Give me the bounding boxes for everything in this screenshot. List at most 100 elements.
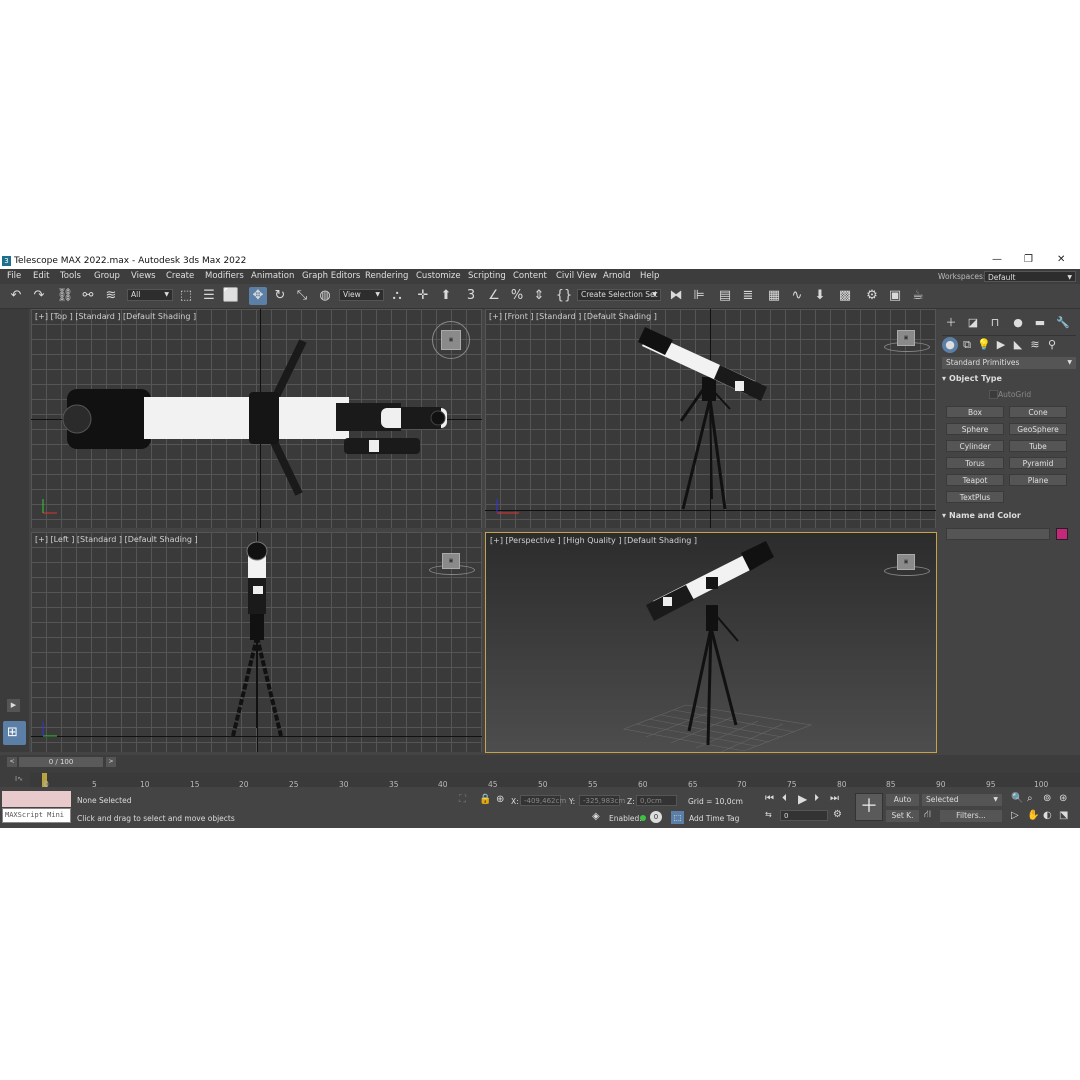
- category-select[interactable]: Standard Primitives ▼: [942, 357, 1076, 369]
- menu-animation[interactable]: Animation: [251, 271, 294, 281]
- select-and-scale-icon[interactable]: ⤡: [293, 287, 311, 305]
- go-to-start-icon[interactable]: ⏮: [765, 793, 774, 804]
- mirror-icon[interactable]: ⧓: [667, 287, 685, 305]
- auto-key-button[interactable]: Auto: [886, 794, 919, 806]
- lights-category-icon[interactable]: 💡: [976, 337, 992, 353]
- maximize-viewport-icon[interactable]: ⬔: [1059, 810, 1068, 821]
- helpers-category-icon[interactable]: ◣: [1010, 337, 1026, 353]
- enabled-toggle[interactable]: 0: [650, 811, 662, 823]
- box-button[interactable]: Box: [946, 406, 1004, 418]
- selection-filter-select[interactable]: All ▼: [127, 289, 173, 301]
- mini-curve-editor-icon[interactable]: Ⅰ∿: [15, 775, 23, 783]
- menu-scripting[interactable]: Scripting: [468, 271, 506, 281]
- time-configuration-icon[interactable]: ⚙: [833, 809, 842, 820]
- key-filters-icon[interactable]: ⛙: [924, 809, 931, 822]
- select-and-rotate-icon[interactable]: ↻: [271, 287, 289, 305]
- zoom-extents-icon[interactable]: ⊚: [1043, 793, 1051, 804]
- absolute-transform-icon[interactable]: ⊕: [496, 794, 504, 805]
- expand-layouts-button[interactable]: ▶: [7, 699, 20, 712]
- toggle-ribbon-icon[interactable]: ▦: [765, 287, 783, 305]
- maxscript-mini-label[interactable]: MAXScript Mini: [2, 808, 71, 823]
- viewport-left[interactable]: [+] [Left ] [Standard ] [Default Shading…: [31, 532, 482, 752]
- spinner-snap-icon[interactable]: ⇕: [530, 287, 548, 305]
- current-frame-field[interactable]: 0: [780, 810, 828, 821]
- set-key-big-button[interactable]: ＋: [855, 793, 883, 821]
- plane-button[interactable]: Plane: [1009, 474, 1067, 486]
- zoom-all-icon[interactable]: ⌕: [1027, 793, 1033, 804]
- hierarchy-tab-icon[interactable]: ⊓: [987, 315, 1003, 331]
- name-and-color-rollout[interactable]: ▾ Name and Color: [942, 511, 1076, 523]
- z-coordinate-field[interactable]: 0,0cm: [636, 795, 677, 806]
- object-name-input[interactable]: [946, 528, 1050, 540]
- track-bar[interactable]: 0 5 10 15 20 25 30 35 40 45 50 55 60 65 …: [30, 773, 1080, 789]
- menu-rendering[interactable]: Rendering: [365, 271, 408, 281]
- isolate-selection-icon[interactable]: ⛶: [459, 794, 466, 805]
- maximize-button[interactable]: ❐: [1024, 254, 1033, 265]
- motion-tab-icon[interactable]: ●: [1010, 315, 1026, 331]
- filters-button[interactable]: Filters...: [940, 810, 1002, 822]
- create-tab-plus-icon[interactable]: ＋: [943, 315, 959, 331]
- redo-icon[interactable]: ↷: [30, 287, 48, 305]
- time-slider[interactable]: 0 / 100: [19, 757, 103, 767]
- next-frame-icon[interactable]: ⏵: [814, 793, 819, 804]
- shapes-category-icon[interactable]: ⧉: [959, 337, 975, 353]
- select-and-place-icon[interactable]: ◍: [316, 287, 334, 305]
- viewcube-icon[interactable]: ▣: [897, 330, 915, 346]
- menu-help[interactable]: Help: [640, 271, 659, 281]
- menu-graph-editors[interactable]: Graph Editors: [302, 271, 360, 281]
- viewport-layout-button[interactable]: ⊞: [3, 721, 26, 745]
- select-object-icon[interactable]: ⬚: [177, 287, 195, 305]
- modify-tab-icon[interactable]: ◪: [965, 315, 981, 331]
- layer-explorer-icon[interactable]: ≣: [739, 287, 757, 305]
- menu-civil-view[interactable]: Civil View: [556, 271, 597, 281]
- add-time-tag-label[interactable]: Add Time Tag: [689, 814, 739, 823]
- rendered-frame-window-icon[interactable]: ▣: [886, 287, 904, 305]
- y-coordinate-field[interactable]: -325,983cm: [579, 795, 625, 806]
- menu-arnold[interactable]: Arnold: [603, 271, 631, 281]
- menu-tools[interactable]: Tools: [60, 271, 81, 281]
- select-manipulate-icon[interactable]: ✛: [414, 287, 432, 305]
- render-production-icon[interactable]: ☕: [909, 287, 927, 305]
- field-of-view-icon[interactable]: ▷: [1011, 810, 1019, 821]
- teapot-button[interactable]: Teapot: [946, 474, 1004, 486]
- menu-modifiers[interactable]: Modifiers: [205, 271, 244, 281]
- viewcube-icon[interactable]: ▣: [897, 554, 915, 570]
- utilities-tab-wrench-icon[interactable]: 🔧: [1055, 315, 1071, 331]
- viewcube-icon[interactable]: ▣: [441, 330, 461, 350]
- key-filter-select[interactable]: Selected ▼: [922, 794, 1002, 806]
- snaps-toggle-icon[interactable]: 3: [462, 287, 480, 305]
- tube-button[interactable]: Tube: [1009, 440, 1067, 452]
- selection-lock-icon[interactable]: 🔒: [479, 794, 491, 805]
- go-to-end-icon[interactable]: ⏭: [830, 793, 839, 804]
- menu-file[interactable]: File: [7, 271, 21, 281]
- reference-coordinate-select[interactable]: View ▼: [339, 289, 384, 301]
- align-icon[interactable]: ⊫: [690, 287, 708, 305]
- workspaces-select[interactable]: Default ▼: [984, 271, 1076, 282]
- unlink-icon[interactable]: ⚯: [79, 287, 97, 305]
- close-button[interactable]: ✕: [1057, 254, 1065, 265]
- select-by-name-icon[interactable]: ☰: [200, 287, 218, 305]
- material-editor-icon[interactable]: ▩: [836, 287, 854, 305]
- cylinder-button[interactable]: Cylinder: [946, 440, 1004, 452]
- viewport-front[interactable]: [+] [Front ] [Standard ] [Default Shadin…: [485, 309, 936, 528]
- curve-editor-icon[interactable]: ∿: [788, 287, 806, 305]
- bind-space-warp-icon[interactable]: ≋: [102, 287, 120, 305]
- maxscript-listener-input[interactable]: [2, 791, 71, 807]
- edit-named-selection-icon[interactable]: {}: [555, 287, 573, 305]
- menu-edit[interactable]: Edit: [33, 271, 49, 281]
- rectangular-selection-icon[interactable]: ⬜: [222, 287, 240, 305]
- next-frame-arrow-icon[interactable]: >: [106, 757, 116, 767]
- torus-button[interactable]: Torus: [946, 457, 1004, 469]
- play-icon[interactable]: ▶: [798, 792, 807, 806]
- set-key-button[interactable]: Set K.: [886, 810, 919, 822]
- time-tag-icon[interactable]: ⬚: [671, 811, 684, 824]
- orbit-icon[interactable]: ◐: [1043, 810, 1052, 821]
- zoom-icon[interactable]: 🔍: [1011, 793, 1023, 804]
- percent-snap-icon[interactable]: %: [508, 287, 526, 305]
- undo-icon[interactable]: ↶: [7, 287, 25, 305]
- viewcube-icon[interactable]: ▣: [442, 553, 460, 569]
- scene-explorer-icon[interactable]: ▤: [716, 287, 734, 305]
- x-coordinate-field[interactable]: -409,462cm: [520, 795, 566, 806]
- viewport-perspective[interactable]: [+] [Perspective ] [High Quality ] [Defa…: [485, 532, 937, 753]
- previous-frame-icon[interactable]: ⏴: [782, 793, 787, 804]
